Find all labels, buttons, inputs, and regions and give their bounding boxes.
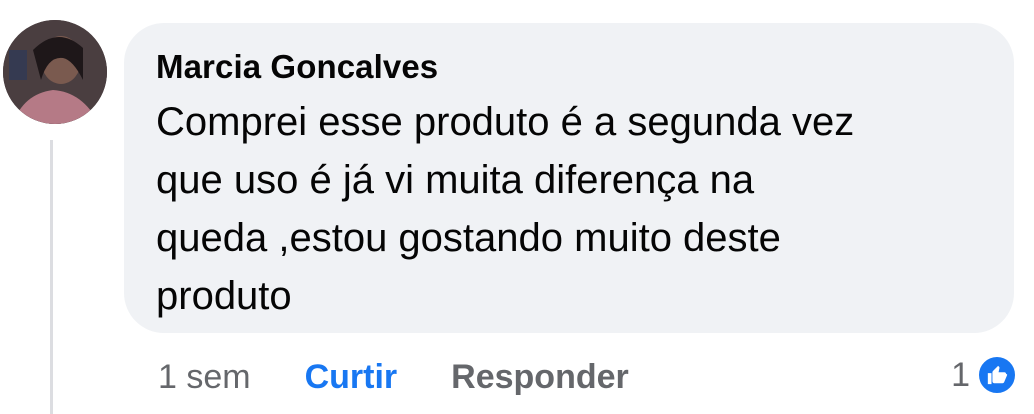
reaction-count: 1 (951, 355, 970, 394)
avatar[interactable] (3, 20, 107, 124)
reaction-summary[interactable]: 1 (951, 350, 1018, 400)
comment-text-line: que uso é já vi muita diferença na (156, 158, 755, 202)
comment-text-line: queda ,estou gostando muito deste (156, 216, 781, 260)
comment-text: Comprei esse produto é a segunda vez que… (156, 93, 976, 325)
thread-line (50, 140, 53, 414)
thumbs-up-icon (976, 354, 1018, 396)
comment-author[interactable]: Marcia Goncalves (156, 45, 982, 89)
comment-actions: 1 sem Curtir Responder (158, 352, 629, 402)
comment-timestamp[interactable]: 1 sem (158, 358, 251, 397)
like-button[interactable]: Curtir (305, 358, 398, 397)
comment-bubble: Marcia Goncalves Comprei esse produto é … (124, 23, 1014, 333)
comment-text-line: produto (156, 274, 292, 318)
reply-button[interactable]: Responder (451, 358, 629, 397)
comment-text-line: Comprei esse produto é a segunda vez (156, 100, 855, 144)
avatar-photo (3, 20, 107, 124)
